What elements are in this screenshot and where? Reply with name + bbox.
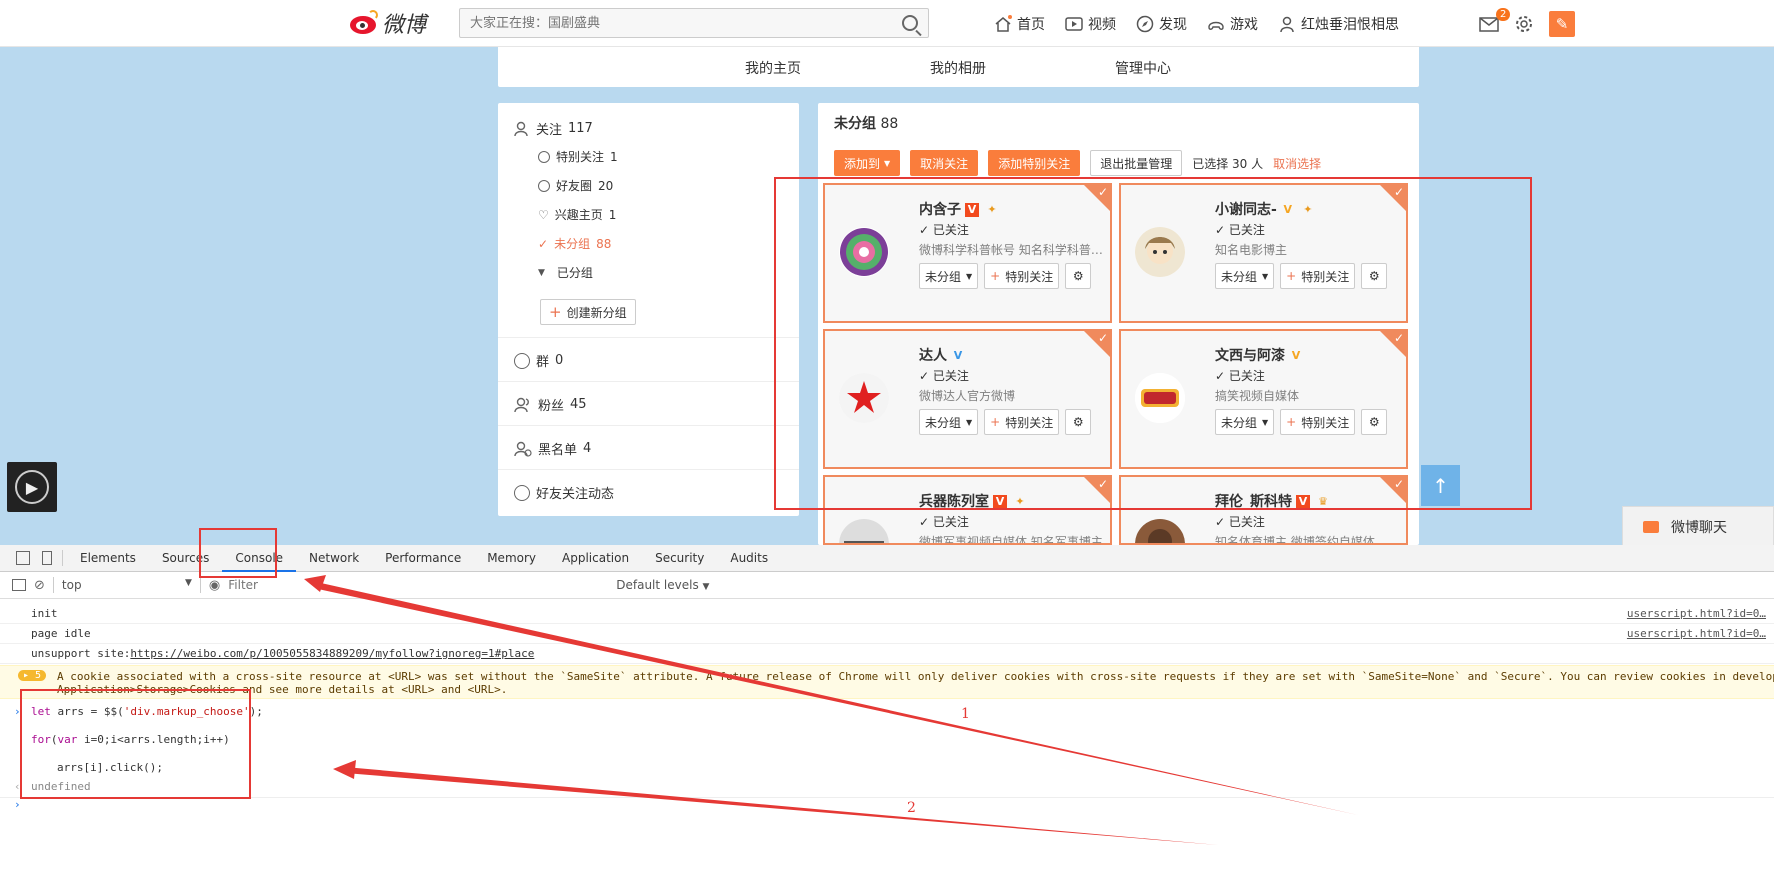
arrow-label-2: 2: [907, 800, 916, 816]
arrow-label-1: 1: [961, 706, 970, 722]
arrow-2-head: [333, 760, 356, 779]
arrow-2: [345, 767, 1218, 845]
annotation-arrows: [304, 575, 1358, 845]
